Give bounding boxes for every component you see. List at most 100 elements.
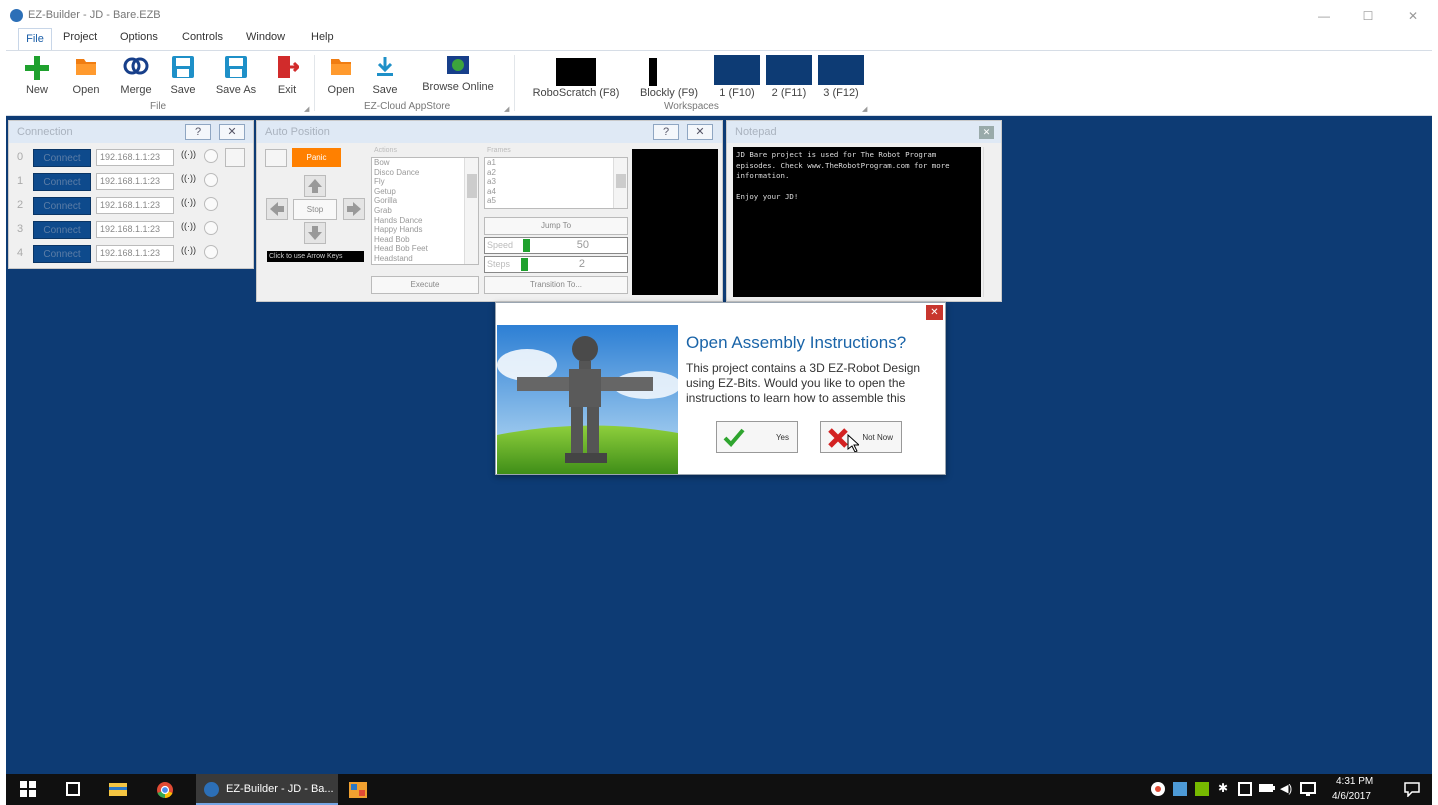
list-item[interactable]: Head Bob — [372, 235, 478, 245]
list-item[interactable]: Hands Dance — [372, 216, 478, 226]
open-file-button[interactable]: Open — [66, 53, 106, 99]
actions-list[interactable]: Bow Disco Dance Fly Getup Gorilla Grab H… — [371, 157, 479, 265]
workspace-2-button[interactable]: 2 (F11) — [764, 53, 814, 99]
clock-date[interactable]: 4/6/2017 — [1332, 791, 1371, 802]
blockly-button[interactable]: Blockly (F9) — [636, 53, 702, 99]
connect-button[interactable]: Connect — [33, 173, 91, 191]
menu-help[interactable]: Help — [311, 31, 334, 43]
list-item[interactable]: Happy Hands — [372, 225, 478, 235]
close-panel-button[interactable]: ✕ — [687, 124, 713, 140]
menu-controls[interactable]: Controls — [182, 31, 223, 43]
merge-button[interactable]: Merge — [116, 53, 156, 99]
tray-app-icon[interactable] — [1150, 781, 1166, 797]
speaker-icon[interactable] — [204, 149, 218, 163]
action-center-icon[interactable] — [1404, 781, 1420, 797]
menu-file[interactable]: File — [18, 28, 52, 50]
speaker-icon[interactable] — [204, 221, 218, 235]
file-explorer-icon[interactable] — [108, 781, 128, 797]
frames-list[interactable]: a1 a2 a3 a4 a5 — [484, 157, 628, 209]
nvidia-icon[interactable] — [1194, 781, 1210, 797]
yes-button[interactable]: Yes — [716, 421, 798, 453]
connect-button[interactable]: Connect — [33, 149, 91, 167]
close-panel-button[interactable]: ✕ — [219, 124, 245, 140]
list-item[interactable]: Gorilla — [372, 196, 478, 206]
arrow-left-button[interactable] — [266, 198, 288, 220]
settings-gear-icon[interactable] — [225, 148, 245, 167]
dialog-close-button[interactable]: ✕ — [926, 305, 943, 320]
chrome-icon[interactable] — [156, 781, 174, 799]
workspace-1-button[interactable]: 1 (F10) — [713, 53, 761, 99]
execute-button[interactable]: Execute — [371, 276, 479, 294]
list-item[interactable]: a5 — [485, 196, 627, 206]
list-item[interactable]: a2 — [485, 168, 627, 178]
workspace-3-button[interactable]: 3 (F12) — [816, 53, 866, 99]
notepad-scrollbar[interactable] — [983, 147, 995, 297]
keyboard-tray-icon[interactable] — [1238, 781, 1252, 797]
ip-address-field[interactable]: 192.168.1.1:23 — [96, 221, 174, 238]
ip-address-field[interactable]: 192.168.1.1:23 — [96, 173, 174, 190]
help-button[interactable]: ? — [185, 124, 211, 140]
arrow-down-button[interactable] — [304, 222, 326, 244]
list-item[interactable]: a3 — [485, 177, 627, 187]
minimize-button[interactable]: — — [1312, 7, 1336, 25]
speaker-icon[interactable] — [204, 173, 218, 187]
arrow-keys-hint[interactable]: Click to use Arrow Keys — [267, 251, 364, 262]
connect-button[interactable]: Connect — [33, 197, 91, 215]
not-now-button[interactable]: Not Now — [820, 421, 902, 453]
list-item[interactable]: Getup — [372, 187, 478, 197]
help-button[interactable]: ? — [653, 124, 679, 140]
browse-online-button[interactable]: Browse Online — [416, 53, 500, 99]
save-button[interactable]: Save — [164, 53, 202, 99]
list-item[interactable]: Disco Dance — [372, 168, 478, 178]
volume-icon[interactable]: ◀) — [1280, 782, 1292, 795]
list-item[interactable]: a1 — [485, 158, 627, 168]
menu-project[interactable]: Project — [63, 31, 97, 43]
bluetooth-icon[interactable]: ✱ — [1218, 781, 1228, 795]
list-item[interactable]: Headstand — [372, 254, 478, 264]
cloud-save-button[interactable]: Save — [368, 53, 402, 99]
menu-options[interactable]: Options — [120, 31, 158, 43]
stop-button[interactable]: Stop — [293, 199, 337, 220]
slider-thumb[interactable] — [521, 258, 528, 271]
close-panel-button[interactable]: ✕ — [979, 126, 994, 139]
scrollbar-thumb[interactable] — [467, 174, 477, 198]
roboscratch-button[interactable]: RoboScratch (F8) — [526, 53, 626, 99]
group-launcher-icon[interactable]: ◢ — [504, 105, 509, 113]
steps-slider[interactable]: Steps 2 — [484, 256, 628, 273]
jump-to-button[interactable]: Jump To — [484, 217, 628, 235]
arrow-up-button[interactable] — [304, 175, 326, 197]
maximize-button[interactable]: ☐ — [1356, 7, 1380, 25]
arrow-right-button[interactable] — [343, 198, 365, 220]
clock-time[interactable]: 4:31 PM — [1336, 776, 1373, 787]
list-item[interactable]: Head Bob Feet — [372, 244, 478, 254]
list-item[interactable]: a4 — [485, 187, 627, 197]
list-item[interactable]: Grab — [372, 206, 478, 216]
new-button[interactable]: New — [18, 53, 56, 99]
network-icon[interactable] — [1300, 781, 1316, 797]
menu-window[interactable]: Window — [246, 31, 285, 43]
list-item[interactable]: Bow — [372, 158, 478, 168]
battery-icon[interactable] — [1258, 781, 1276, 795]
close-window-button[interactable]: ✕ — [1401, 7, 1425, 25]
connect-button[interactable]: Connect — [33, 245, 91, 263]
speed-slider[interactable]: Speed 50 — [484, 237, 628, 254]
taskbar-ez-builder-button[interactable]: EZ-Builder - JD - Ba... — [196, 774, 338, 805]
ip-address-field[interactable]: 192.168.1.1:23 — [96, 197, 174, 214]
scrollbar-thumb[interactable] — [616, 174, 626, 188]
connect-button[interactable]: Connect — [33, 221, 91, 239]
settings-gear-icon[interactable] — [265, 149, 287, 167]
save-as-button[interactable]: Save As — [212, 53, 260, 99]
group-launcher-icon[interactable]: ◢ — [304, 105, 309, 113]
speaker-icon[interactable] — [204, 245, 218, 259]
slider-thumb[interactable] — [523, 239, 530, 252]
actions-scrollbar[interactable] — [464, 158, 478, 264]
ip-address-field[interactable]: 192.168.1.1:23 — [96, 149, 174, 166]
exit-button[interactable]: Exit — [270, 53, 304, 99]
transition-to-button[interactable]: Transition To... — [484, 276, 628, 294]
frames-scrollbar[interactable] — [613, 158, 627, 208]
task-view-icon[interactable] — [64, 781, 82, 797]
cloud-open-button[interactable]: Open — [324, 53, 358, 99]
ip-address-field[interactable]: 192.168.1.1:23 — [96, 245, 174, 262]
tray-app-icon[interactable] — [1172, 781, 1188, 797]
panic-button[interactable]: Panic — [292, 148, 341, 167]
